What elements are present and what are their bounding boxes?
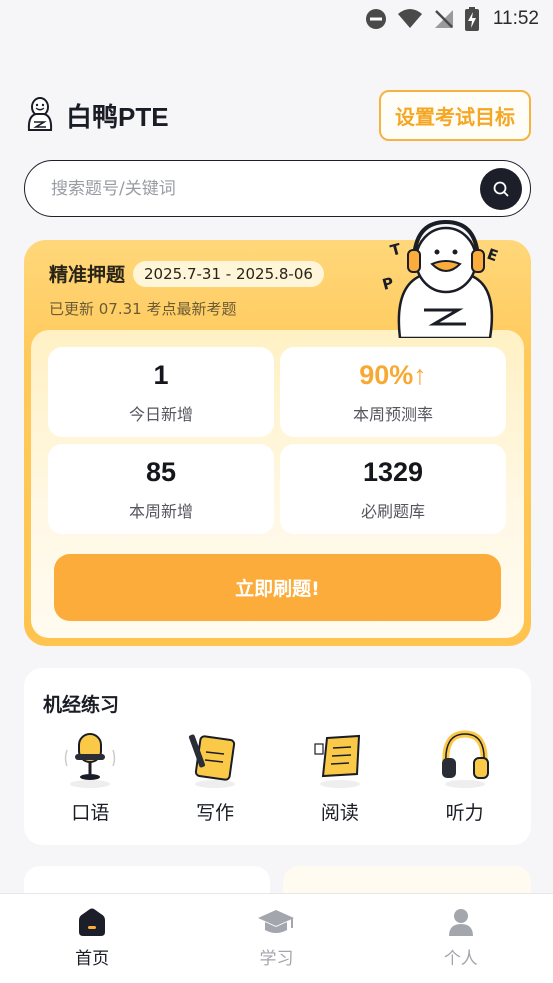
search-input[interactable] bbox=[51, 178, 480, 199]
set-exam-goal-button[interactable]: 设置考试目标 bbox=[379, 89, 531, 141]
stat-value: 1 bbox=[153, 359, 169, 390]
tab-label: 首页 bbox=[75, 949, 110, 969]
tab-profile[interactable]: 个人 bbox=[369, 894, 553, 983]
header: 白鸭PTE 设置考试目标 bbox=[24, 89, 531, 141]
search-button[interactable] bbox=[480, 167, 522, 210]
tab-study[interactable]: 学习 bbox=[184, 894, 368, 983]
tab-label: 个人 bbox=[443, 949, 478, 969]
start-practice-button[interactable]: 立即刷题! bbox=[54, 554, 501, 621]
bottom-tab-bar: 首页 学习 个人 bbox=[0, 893, 553, 983]
practice-label: 听力 bbox=[445, 802, 484, 824]
battery-charging-icon bbox=[464, 7, 479, 31]
stat-value: 85 bbox=[145, 456, 177, 487]
no-signal-icon bbox=[434, 10, 453, 28]
notepad-pencil-icon bbox=[189, 734, 236, 788]
do-not-disturb-icon bbox=[365, 9, 386, 29]
practice-title: 机经练习 bbox=[43, 694, 120, 716]
practice-items: 口语 写作 阅读 听力 bbox=[24, 728, 531, 825]
search-icon bbox=[493, 181, 509, 196]
search-bar bbox=[24, 160, 531, 217]
brand-name: 白鸭PTE bbox=[66, 101, 169, 132]
practice-item-reading[interactable]: 阅读 bbox=[290, 728, 390, 825]
practice-item-speaking[interactable]: 口语 bbox=[40, 728, 140, 825]
prediction-title-row: 精准押题 2025.7-31 - 2025.8-06 bbox=[49, 260, 324, 287]
mascot-letter-p: P bbox=[380, 274, 395, 294]
practice-section: 机经练习 口语 写作 阅读 听力 bbox=[24, 668, 531, 845]
prediction-stats-panel: 1 今日新增 90%↑ 本周预测率 85 本周新增 1329 必刷题库 立即刷题… bbox=[31, 330, 524, 638]
graduation-cap-icon bbox=[258, 910, 295, 933]
mascot-letter-e: E bbox=[485, 245, 501, 265]
status-time: 11:52 bbox=[492, 8, 539, 29]
headphones-icon bbox=[441, 730, 489, 788]
stat-label: 本周新增 bbox=[128, 501, 193, 521]
brand: 白鸭PTE bbox=[24, 96, 169, 134]
stat-weekly-new[interactable]: 85 本周新增 bbox=[48, 444, 274, 534]
stat-value: 1329 bbox=[362, 456, 424, 487]
prediction-date-range: 2025.7-31 - 2025.8-06 bbox=[133, 260, 324, 287]
prediction-subtitle: 已更新 07.31 考点最新考题 bbox=[49, 300, 237, 318]
practice-label: 阅读 bbox=[320, 802, 359, 824]
duck-mascot-icon: T P E bbox=[380, 219, 501, 338]
stat-today-new[interactable]: 1 今日新增 bbox=[48, 347, 274, 437]
status-bar: 11:52 bbox=[0, 0, 553, 38]
practice-item-writing[interactable]: 写作 bbox=[165, 728, 265, 825]
mascot-letter-t: T bbox=[388, 240, 403, 260]
stat-label: 本周预测率 bbox=[352, 404, 433, 424]
stat-label: 今日新增 bbox=[128, 404, 193, 424]
prediction-title: 精准押题 bbox=[49, 264, 126, 286]
stat-must-do-bank[interactable]: 1329 必刷题库 bbox=[280, 444, 506, 534]
practice-label: 口语 bbox=[71, 802, 110, 824]
duck-logo-icon bbox=[27, 97, 53, 131]
practice-label: 写作 bbox=[196, 802, 235, 824]
wifi-icon bbox=[397, 9, 422, 28]
practice-item-listening[interactable]: 听力 bbox=[415, 728, 515, 825]
reading-paper-icon bbox=[314, 734, 360, 788]
microphone-icon bbox=[65, 733, 116, 788]
stat-value: 90%↑ bbox=[359, 359, 427, 390]
tab-label: 学习 bbox=[259, 949, 294, 969]
person-icon bbox=[448, 909, 473, 936]
stat-weekly-prediction-rate[interactable]: 90%↑ 本周预测率 bbox=[280, 347, 506, 437]
tab-home[interactable]: 首页 bbox=[0, 894, 184, 983]
stat-label: 必刷题库 bbox=[360, 501, 425, 521]
home-icon bbox=[79, 908, 106, 936]
